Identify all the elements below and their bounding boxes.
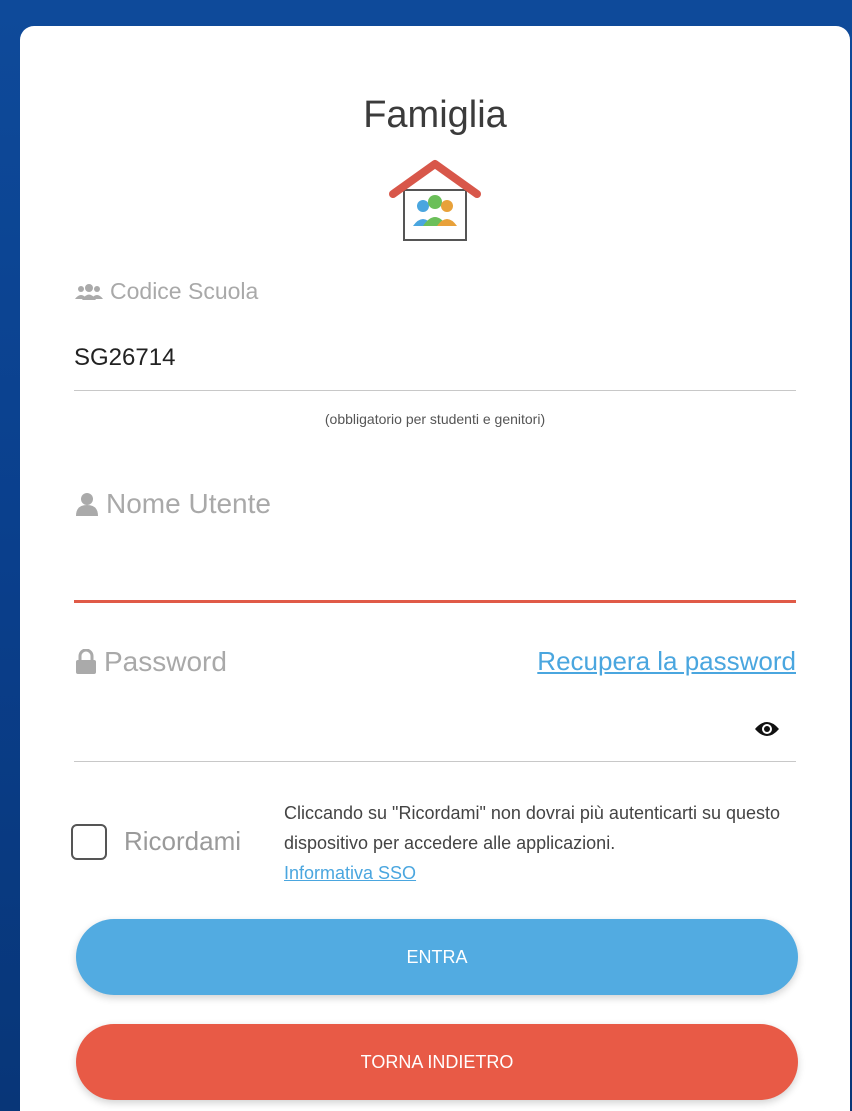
recover-password-link[interactable]: Recupera la password bbox=[537, 646, 796, 677]
eye-icon[interactable] bbox=[754, 719, 780, 739]
username-label: Nome Utente bbox=[74, 488, 271, 520]
users-icon bbox=[74, 283, 104, 301]
user-icon bbox=[74, 491, 100, 517]
password-label-text: Password bbox=[104, 646, 227, 677]
enter-button[interactable]: ENTRA bbox=[76, 919, 798, 995]
username-input[interactable] bbox=[74, 546, 796, 590]
page-title: Famiglia bbox=[363, 94, 507, 136]
school-code-label: Codice Scuola bbox=[74, 278, 258, 305]
family-house-icon bbox=[385, 156, 485, 246]
school-code-input[interactable] bbox=[74, 338, 796, 378]
password-underline bbox=[74, 761, 796, 762]
username-underline bbox=[74, 600, 796, 603]
remember-info-text: Cliccando su "Ricordami" non dovrai più … bbox=[284, 803, 781, 853]
school-code-hint: (obbligatorio per studenti e genitori) bbox=[324, 411, 546, 427]
school-code-underline bbox=[74, 390, 796, 391]
sso-info-link[interactable]: Informativa SSO bbox=[284, 863, 416, 883]
lock-icon bbox=[74, 649, 98, 675]
back-button[interactable]: TORNA INDIETRO bbox=[76, 1024, 798, 1100]
remember-info: Cliccando su "Ricordami" non dovrai più … bbox=[284, 798, 804, 888]
username-label-text: Nome Utente bbox=[106, 488, 271, 519]
remember-checkbox[interactable] bbox=[71, 824, 107, 860]
login-card: Famiglia Codice Scuola (obb bbox=[20, 26, 850, 1111]
school-code-label-text: Codice Scuola bbox=[110, 278, 259, 304]
password-label: Password bbox=[74, 646, 227, 678]
password-input[interactable] bbox=[74, 716, 754, 756]
remember-label: Ricordami bbox=[124, 826, 242, 856]
